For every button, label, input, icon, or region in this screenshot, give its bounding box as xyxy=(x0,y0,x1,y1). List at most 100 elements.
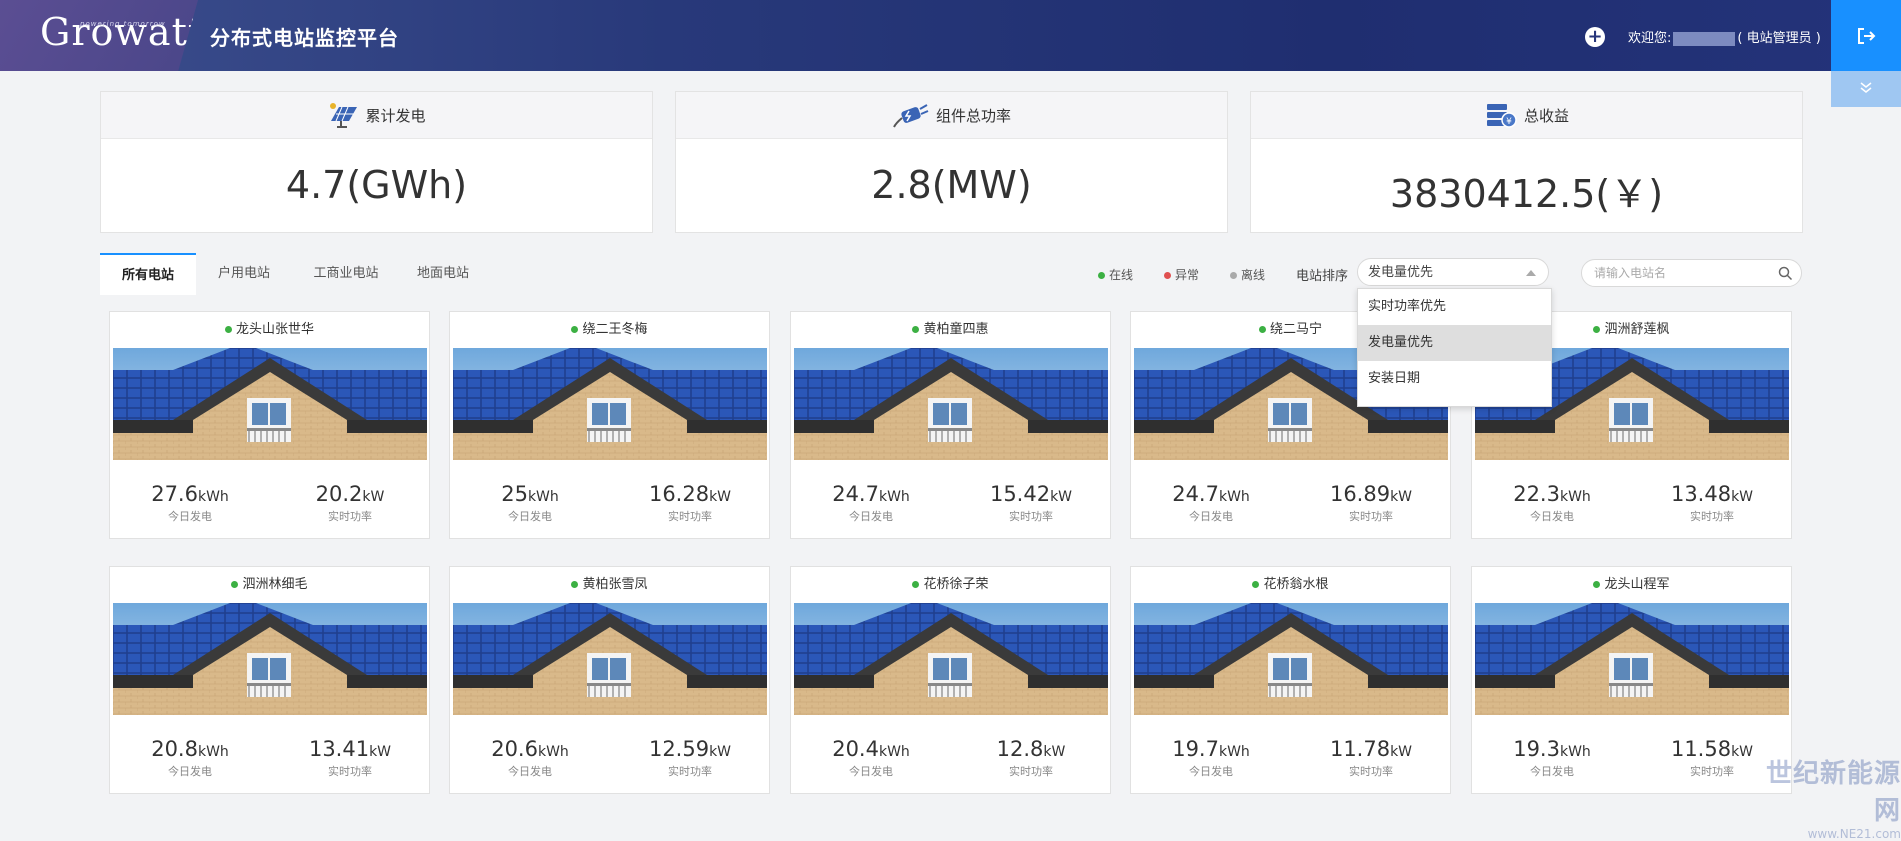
realtime-power-value: 12.8 xyxy=(996,737,1044,761)
station-name-label: 花桥翁水根 xyxy=(1263,577,1329,592)
station-name-label: 龙头山张世华 xyxy=(235,322,314,337)
realtime-power-metric: 15.42kW 实时功率 xyxy=(961,482,1101,524)
today-energy-unit: kWh xyxy=(527,489,559,505)
today-energy-metric: 19.7kWh 今日发电 xyxy=(1141,737,1281,779)
today-energy-label: 今日发电 xyxy=(1530,510,1574,523)
top-header: Growatt powering tomorrow 分布式电站监控平台 + 欢迎… xyxy=(0,0,1901,71)
growatt-logo[interactable]: Growatt xyxy=(40,10,198,54)
station-name: 龙头山程军 xyxy=(1472,567,1791,603)
station-search-input[interactable] xyxy=(1592,265,1776,281)
today-energy-metric: 20.4kWh 今日发电 xyxy=(801,737,941,779)
realtime-power-unit: kW xyxy=(709,489,732,505)
stat-value: 3830412.5(￥) xyxy=(1389,172,1664,216)
double-chevron-down-icon xyxy=(1860,82,1872,93)
today-energy-value: 20.6 xyxy=(491,737,538,761)
station-name-label: 泗洲舒莲枫 xyxy=(1604,322,1670,337)
sort-option-energy[interactable]: 发电量优先 xyxy=(1358,325,1551,361)
stat-card-total-energy: 累计发电 4.7(GWh) xyxy=(100,91,653,233)
realtime-power-label: 实时功率 xyxy=(1009,510,1053,523)
station-name-label: 龙头山程军 xyxy=(1604,577,1670,592)
realtime-power-metric: 13.41kW 实时功率 xyxy=(280,737,420,779)
status-online-dot xyxy=(912,326,920,333)
realtime-power-metric: 11.78kW 实时功率 xyxy=(1301,737,1441,779)
legend-online[interactable]: 在线 xyxy=(1098,266,1133,283)
station-search-box xyxy=(1581,259,1802,287)
tab-all-stations[interactable]: 所有电站 xyxy=(100,253,196,295)
station-name: 泗洲林细毛 xyxy=(110,567,429,603)
watermark-url: www.NE21.com xyxy=(1807,827,1901,841)
app-title: 分布式电站监控平台 xyxy=(210,26,399,50)
add-station-button[interactable]: + xyxy=(1585,27,1605,47)
realtime-power-label: 实时功率 xyxy=(328,510,372,523)
sort-option-realtime-power[interactable]: 实时功率优先 xyxy=(1358,289,1551,325)
station-card[interactable]: 龙头山张世华 27.6kWh 今日发电 20.2kW 实时功率 xyxy=(109,311,430,539)
search-icon[interactable] xyxy=(1778,266,1793,281)
station-name-label: 绕二王冬梅 xyxy=(582,322,648,337)
realtime-power-unit: kW xyxy=(1731,489,1754,505)
station-photo xyxy=(1475,603,1789,715)
status-online-dot xyxy=(1593,581,1601,588)
plus-icon: + xyxy=(1587,26,1603,47)
logo-block: Growatt powering tomorrow xyxy=(0,0,198,71)
tab-commercial[interactable]: 工商业电站 xyxy=(300,253,392,295)
station-name-label: 泗洲林细毛 xyxy=(242,577,308,592)
status-online-dot xyxy=(571,581,579,588)
today-energy-label: 今日发电 xyxy=(168,765,212,778)
station-name: 绕二王冬梅 xyxy=(450,312,769,348)
realtime-power-unit: kW xyxy=(1390,744,1413,760)
legend-offline[interactable]: 离线 xyxy=(1230,266,1265,283)
station-card[interactable]: 绕二王冬梅 25kWh 今日发电 16.28kW 实时功率 xyxy=(449,311,770,539)
station-card[interactable]: 黄柏张雪凤 20.6kWh 今日发电 12.59kW 实时功率 xyxy=(449,566,770,794)
realtime-power-metric: 16.28kW 实时功率 xyxy=(620,482,760,524)
logout-icon xyxy=(1858,28,1876,44)
realtime-power-value: 11.58 xyxy=(1670,737,1732,761)
legend-offline-label: 离线 xyxy=(1241,268,1266,282)
station-name: 龙头山张世华 xyxy=(110,312,429,348)
welcome-role: ( 电站管理员 ) xyxy=(1737,31,1821,46)
realtime-power-value: 15.42 xyxy=(989,482,1051,506)
today-energy-unit: kWh xyxy=(1559,744,1591,760)
station-name-label: 黄柏童四惠 xyxy=(923,322,989,337)
station-photo xyxy=(113,348,427,460)
watermark-title: 世纪新能源网 xyxy=(1765,759,1901,826)
solar-panel-icon xyxy=(330,103,358,128)
stat-label: 总收益 xyxy=(1523,106,1569,125)
today-energy-label: 今日发电 xyxy=(1189,765,1233,778)
logo-tagline: powering tomorrow xyxy=(80,20,166,28)
today-energy-metric: 22.3kWh 今日发电 xyxy=(1482,482,1622,524)
collapse-toggle-button[interactable] xyxy=(1831,71,1901,107)
realtime-power-label: 实时功率 xyxy=(1690,510,1734,523)
legend-error[interactable]: 异常 xyxy=(1164,266,1199,283)
station-card[interactable]: 龙头山程军 19.3kWh 今日发电 11.58kW 实时功率 xyxy=(1471,566,1792,794)
realtime-power-metric: 16.89kW 实时功率 xyxy=(1301,482,1441,524)
error-dot xyxy=(1164,272,1171,279)
today-energy-value: 22.3 xyxy=(1513,482,1560,506)
station-card[interactable]: 泗洲林细毛 20.8kWh 今日发电 13.41kW 实时功率 xyxy=(109,566,430,794)
today-energy-metric: 24.7kWh 今日发电 xyxy=(1141,482,1281,524)
station-photo xyxy=(113,603,427,715)
today-energy-metric: 20.6kWh 今日发电 xyxy=(460,737,600,779)
sort-option-install-date[interactable]: 安装日期 xyxy=(1358,361,1551,397)
sort-select[interactable]: 发电量优先 xyxy=(1357,258,1549,286)
logout-button[interactable] xyxy=(1831,0,1901,71)
station-card[interactable]: 花桥翁水根 19.7kWh 今日发电 11.78kW 实时功率 xyxy=(1130,566,1451,794)
station-card[interactable]: 黄柏童四惠 24.7kWh 今日发电 15.42kW 实时功率 xyxy=(790,311,1111,539)
tab-residential[interactable]: 户用电站 xyxy=(206,253,282,295)
site-watermark: 世纪新能源网 www.NE21.com xyxy=(1745,753,1901,841)
today-energy-metric: 19.3kWh 今日发电 xyxy=(1482,737,1622,779)
realtime-power-unit: kW xyxy=(1390,489,1413,505)
realtime-power-label: 实时功率 xyxy=(1349,510,1393,523)
realtime-power-metric: 13.48kW 实时功率 xyxy=(1642,482,1782,524)
tab-ground[interactable]: 地面电站 xyxy=(405,253,481,295)
today-energy-value: 19.7 xyxy=(1172,737,1219,761)
station-photo xyxy=(453,603,767,715)
station-card[interactable]: 花桥徐子荣 20.4kWh 今日发电 12.8kW 实时功率 xyxy=(790,566,1111,794)
stat-label: 组件总功率 xyxy=(935,106,1011,125)
status-online-dot xyxy=(1252,581,1260,588)
realtime-power-unit: kW xyxy=(709,744,732,760)
stat-card-total-power: 组件总功率 2.8(MW) xyxy=(675,91,1228,233)
welcome-prefix: 欢迎您: xyxy=(1628,31,1672,46)
realtime-power-unit: kW xyxy=(369,744,392,760)
today-energy-label: 今日发电 xyxy=(508,510,552,523)
station-photo xyxy=(453,348,767,460)
